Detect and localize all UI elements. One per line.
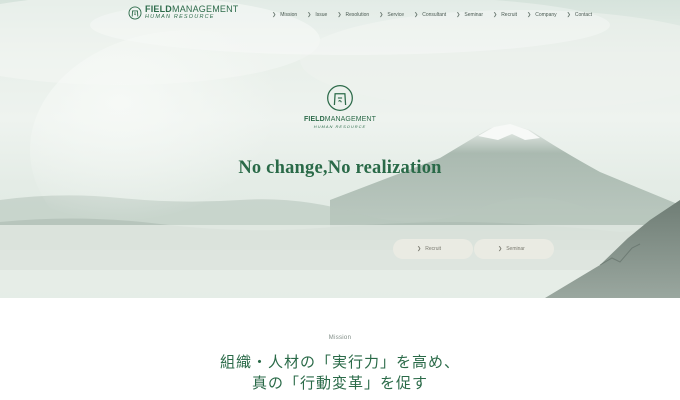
chevron-right-icon: ❯ (498, 246, 503, 252)
chevron-right-icon: ❯ (492, 12, 498, 18)
chevron-right-icon: ❯ (566, 12, 571, 18)
chevron-right-icon: ❯ (307, 12, 312, 18)
seminar-button-label: Seminar (506, 246, 525, 252)
hero-tagline: No change,No realization (238, 158, 442, 178)
nav-item-label: Company (535, 12, 557, 18)
field-management-emblem-icon (327, 85, 353, 111)
nav-item-contact[interactable]: ❯ Contact (567, 12, 592, 18)
seminar-button[interactable]: ❯ Seminar (474, 239, 554, 259)
mission-line-2: 真の「行動変革」を促す (251, 374, 428, 392)
chevron-right-icon: ❯ (379, 12, 384, 18)
field-management-emblem-icon (128, 6, 142, 20)
mission-label: Mission (328, 335, 352, 341)
hero-section: FIELDMANAGEMENT HUMAN RESOURCE ❯ Mission … (0, 0, 680, 298)
nav-item-consultant[interactable]: ❯ Consultant (414, 12, 446, 18)
nav-item-label: Mission (280, 12, 298, 18)
chevron-right-icon: ❯ (456, 12, 461, 18)
hero-logo-subtitle: HUMAN RESOURCE (313, 124, 367, 129)
mountain-landscape-image (0, 0, 680, 298)
recruit-button-label: Recruit (425, 246, 442, 252)
nav-item-label: Issue (315, 12, 328, 18)
header-logo-subtitle: HUMAN RESOURCE (145, 14, 215, 21)
chevron-right-icon: ❯ (527, 12, 532, 18)
nav-item-recruit[interactable]: ❯ Recruit (493, 12, 517, 18)
header-logo-brand: FIELDMANAGEMENT (145, 4, 239, 15)
chevron-right-icon: ❯ (414, 12, 419, 18)
nav-item-resolution[interactable]: ❯ Resolution (337, 12, 369, 18)
nav-item-issue[interactable]: ❯ Issue (307, 12, 327, 18)
chevron-right-icon: ❯ (272, 12, 277, 18)
site-header: FIELDMANAGEMENT HUMAN RESOURCE ❯ Mission … (0, 0, 680, 34)
main-nav: ❯ Mission ❯ Issue ❯ Resolution ❯ Service ❯ Co… (272, 12, 602, 18)
mission-line-1: 組織・人材の「実行力」を高め、 (219, 353, 460, 371)
nav-item-label: Recruit (501, 12, 518, 18)
chevron-right-icon: ❯ (337, 12, 342, 18)
nav-item-label: Resolution (345, 12, 370, 18)
hero-logo-brand: FIELDMANAGEMENT (304, 116, 376, 123)
nav-item-label: Contact (574, 12, 593, 18)
nav-item-label: Consultant (422, 12, 447, 18)
recruit-button[interactable]: ❯ Recruit (393, 239, 473, 259)
header-logo[interactable]: FIELDMANAGEMENT HUMAN RESOURCE (128, 5, 239, 21)
hero-logo: FIELDMANAGEMENT HUMAN RESOURCE (300, 84, 380, 129)
mission-statement: 組織・人材の「実行力」を高め、 真の「行動変革」を促す (0, 352, 680, 394)
nav-item-mission[interactable]: ❯ Mission (272, 12, 297, 18)
nav-item-label: Seminar (464, 12, 483, 18)
nav-item-seminar[interactable]: ❯ Seminar (456, 12, 483, 18)
nav-item-company[interactable]: ❯ Company (527, 12, 557, 18)
nav-item-service[interactable]: ❯ Service (379, 12, 404, 18)
chevron-right-icon: ❯ (417, 246, 422, 252)
nav-item-label: Service (387, 12, 405, 18)
